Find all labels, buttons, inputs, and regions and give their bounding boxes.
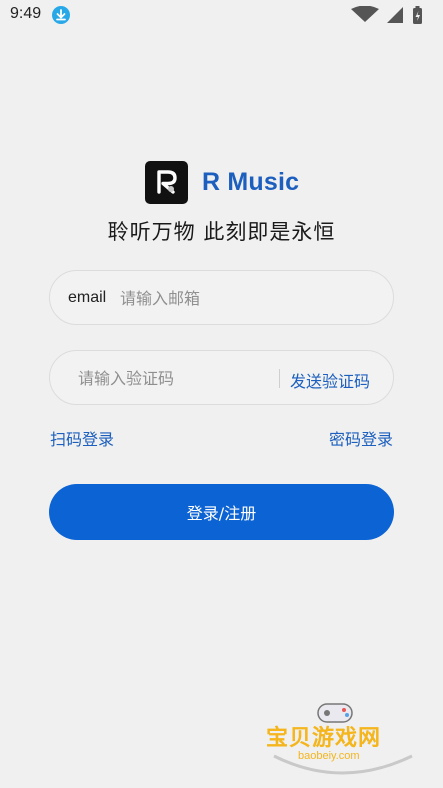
verification-code-field[interactable]: 发送验证码 (49, 350, 394, 405)
email-field[interactable]: email (49, 270, 394, 325)
watermark-url: baobeiy.com (298, 750, 360, 762)
login-register-button[interactable]: 登录/注册 (49, 484, 394, 540)
status-icons (349, 5, 433, 26)
field-divider (279, 369, 280, 388)
status-bar: 9:49 (0, 0, 443, 32)
verification-code-input[interactable] (78, 364, 298, 392)
signal-icon (387, 7, 403, 23)
watermark: 宝贝游戏网 baobeiy.com (262, 690, 422, 780)
qr-login-link[interactable]: 扫码登录 (50, 426, 114, 450)
app-logo (145, 160, 188, 204)
wifi-icon (351, 5, 379, 22)
email-input[interactable] (120, 284, 370, 312)
battery-icon (413, 6, 422, 24)
app-header: R Music (145, 160, 299, 204)
watermark-title: 宝贝游戏网 (266, 726, 382, 751)
email-prefix-label: email (68, 289, 107, 306)
send-code-button[interactable]: 发送验证码 (290, 368, 370, 392)
password-login-link[interactable]: 密码登录 (329, 426, 393, 450)
app-name: R Music (202, 167, 300, 196)
download-icon (52, 6, 70, 24)
status-time: 9:49 (10, 5, 42, 22)
app-slogan: 聆听万物 此刻即是永恒 (107, 220, 336, 244)
